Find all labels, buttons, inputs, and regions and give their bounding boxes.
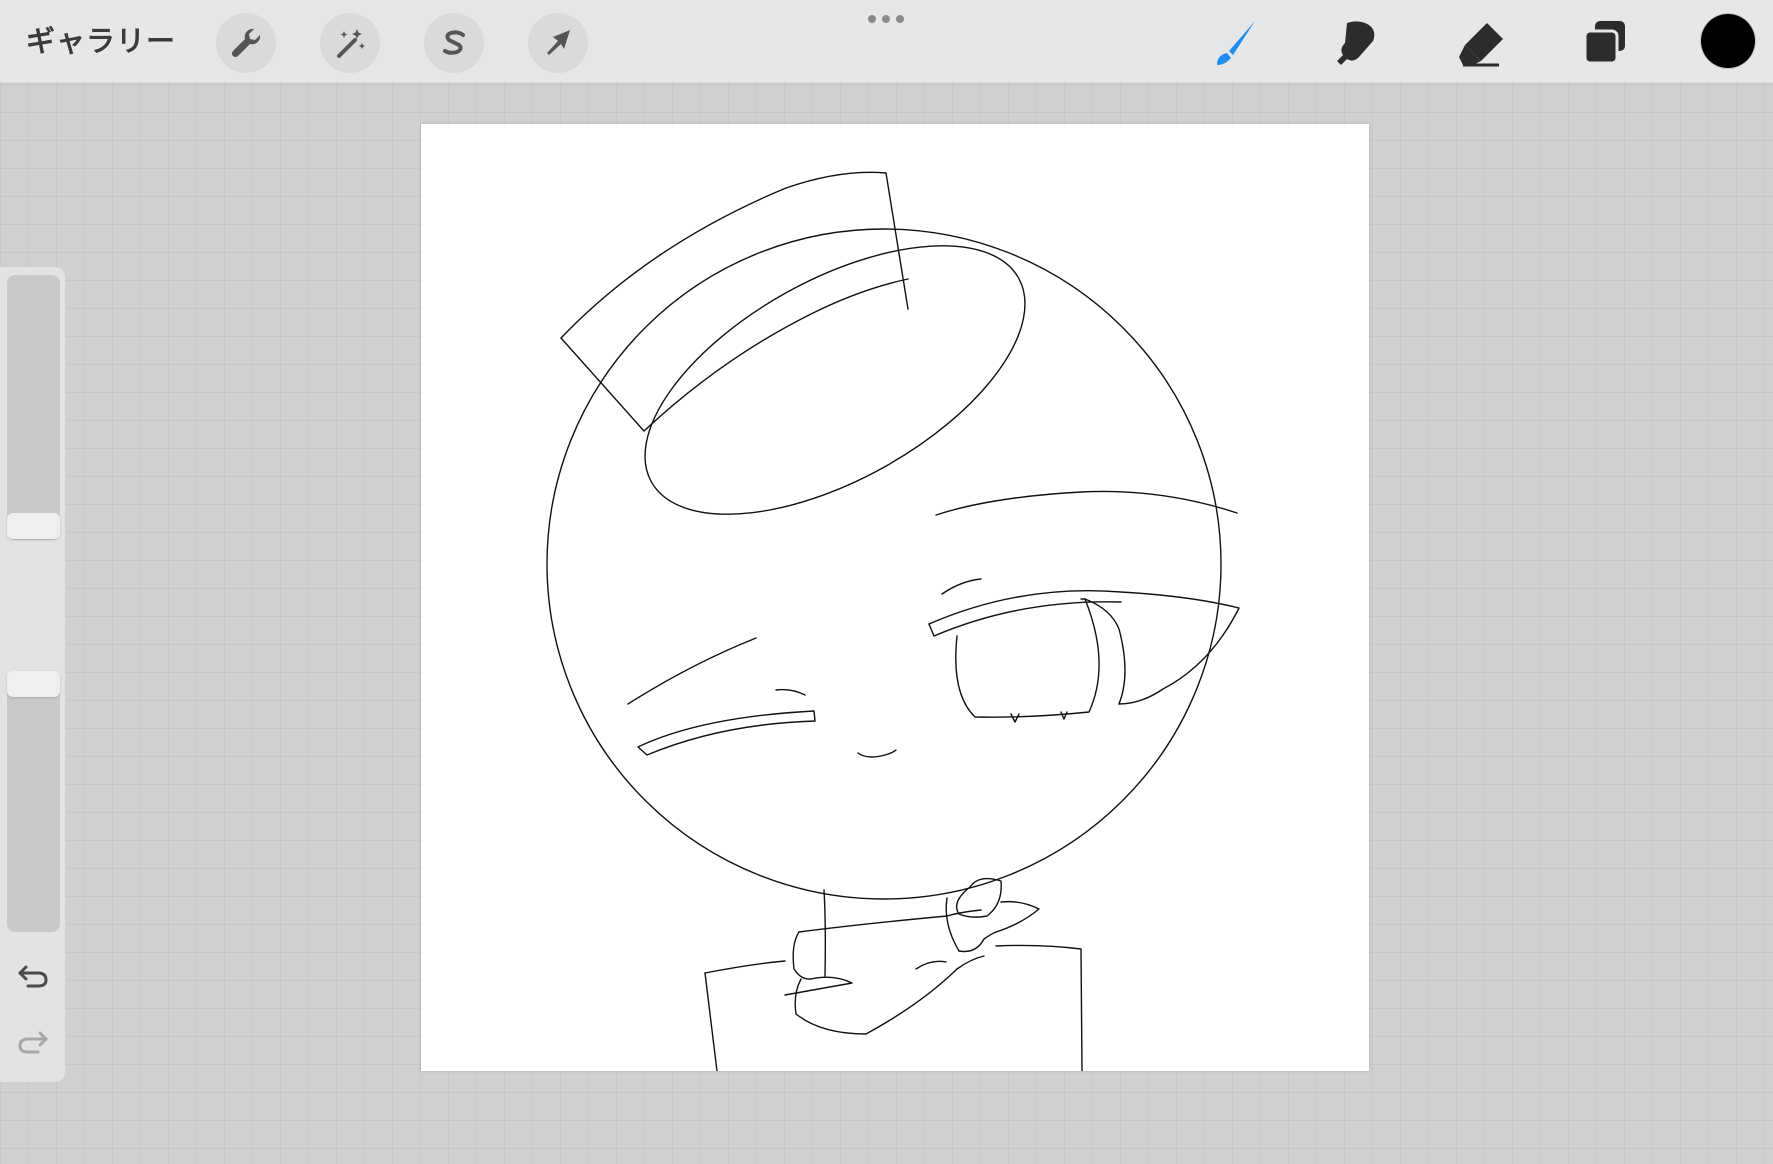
opacity-slider[interactable] [7, 671, 60, 932]
collar [798, 909, 982, 933]
brush-button[interactable] [1205, 13, 1265, 73]
brow-left [627, 637, 757, 705]
left-sidebar [0, 267, 65, 1082]
undo-icon[interactable] [16, 959, 50, 993]
brush-icon [1217, 21, 1255, 65]
closed-eye [637, 710, 816, 756]
top-toolbar: ギャラリー [0, 0, 1773, 83]
neck [823, 889, 827, 977]
more-handle-icon[interactable] [866, 13, 906, 25]
drawing-canvas[interactable] [421, 124, 1369, 1072]
mouth [857, 749, 897, 758]
eraser-icon [1459, 23, 1503, 67]
eraser-button[interactable] [1451, 13, 1511, 73]
lash-open-eye [928, 590, 1240, 705]
shirt [704, 960, 786, 974]
scarf [794, 955, 985, 1035]
actions-button[interactable] [216, 13, 276, 73]
wrench-icon [231, 28, 261, 58]
transform-button[interactable] [528, 13, 588, 73]
brush-size-slider[interactable] [7, 275, 60, 540]
layers-button[interactable] [1575, 13, 1635, 73]
hat-crown [560, 171, 909, 339]
sketch-drawing [546, 171, 1240, 1072]
redo-icon[interactable] [16, 1025, 50, 1059]
selection-button[interactable] [424, 13, 484, 73]
eye-iris [955, 598, 1100, 718]
brow-right [935, 490, 1238, 516]
layers-icon [1583, 21, 1625, 65]
magic-wand-icon [337, 29, 365, 58]
head-outline [546, 228, 1222, 900]
color-picker-swatch[interactable] [1701, 14, 1755, 68]
smudge-button[interactable] [1327, 13, 1387, 73]
brush-size-thumb[interactable] [7, 513, 60, 539]
opacity-thumb[interactable] [7, 671, 60, 697]
gallery-button[interactable]: ギャラリー [26, 18, 176, 64]
adjustments-button[interactable] [320, 13, 380, 73]
smudge-finger-icon [1337, 21, 1375, 65]
arrow-cursor-icon [547, 30, 570, 55]
selection-s-icon [443, 30, 465, 55]
bow [955, 877, 1002, 918]
